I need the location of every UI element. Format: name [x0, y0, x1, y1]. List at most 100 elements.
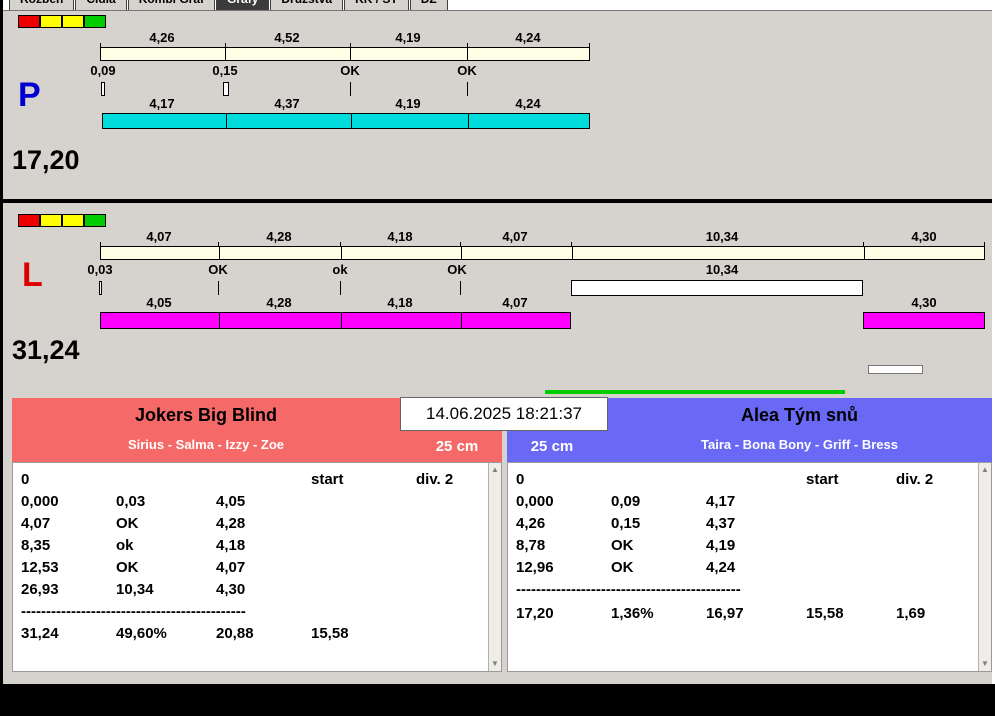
segment-divider	[461, 247, 462, 259]
tab-dz[interactable]: DZ	[409, 0, 448, 10]
changeover-time: 0,09	[90, 63, 116, 78]
table-cell: 12,96	[516, 559, 554, 576]
table-cell: 4,18	[216, 537, 246, 554]
changeover-time: OK	[447, 262, 467, 277]
progress-line	[545, 390, 845, 394]
right-team-name: Alea Tým snů	[740, 405, 859, 425]
aux-box	[868, 365, 923, 374]
status-light-yellow	[62, 214, 84, 227]
dog-time: 4,07	[502, 295, 528, 310]
segment-divider	[572, 247, 573, 259]
total-cell: 16,97	[706, 605, 744, 622]
table-cell: 0,03	[116, 493, 146, 510]
table-cell: 8,35	[21, 537, 51, 554]
dog-time: 4,17	[149, 96, 175, 111]
table-cell: 0,09	[611, 493, 641, 510]
segment-divider	[341, 247, 342, 259]
changeover-mark	[460, 281, 461, 295]
table-cell: 4,17	[706, 493, 736, 510]
dog-time: 4,24	[515, 96, 541, 111]
table-divider: ----------------------------------------…	[21, 603, 246, 620]
changeover-time: OK	[208, 262, 228, 277]
table-cell: 4,19	[706, 537, 736, 554]
sensor-time: 10,34	[705, 229, 739, 244]
table-cell: 4,26	[516, 515, 546, 532]
tab-grafy[interactable]: Grafy	[216, 0, 270, 10]
sensor-time: 4,07	[502, 229, 528, 244]
left-jump-height: 25 cm	[435, 438, 479, 455]
total-cell: 15,58	[806, 605, 844, 622]
table-cell: 0,15	[611, 515, 641, 532]
lane-p-label: P	[18, 76, 41, 114]
segment-divider	[219, 313, 220, 328]
dog-time: 4,30	[911, 295, 937, 310]
right-team-panel: Alea Tým snů Taira - Bona Bony - Griff -…	[507, 398, 992, 672]
window-left-border	[0, 0, 3, 684]
sensor-bar-p	[100, 47, 590, 61]
tab-druzstva[interactable]: Družstva	[270, 0, 344, 10]
changeover-mark	[223, 82, 229, 96]
tab-bar: RozběhČidlaKombi GrafGrafyDružstvaKK / S…	[3, 0, 992, 11]
changeover-mark	[467, 82, 468, 96]
left-table-scrollbar[interactable]: ▲ ▼	[488, 463, 501, 671]
scroll-up-icon[interactable]: ▲	[979, 463, 991, 477]
table-cell: ok	[116, 537, 134, 554]
table-cell: 4,07	[21, 515, 51, 532]
table-cell: 4,30	[216, 581, 246, 598]
sensor-time: 4,18	[387, 229, 413, 244]
changeover-mark	[350, 82, 351, 96]
sensor-time: 4,28	[266, 229, 292, 244]
panel-separator	[3, 199, 992, 203]
app-root: { "tabs": [ {"label": "Rozběh"}, {"label…	[0, 0, 995, 716]
table-header-cell: 0	[516, 471, 525, 488]
table-cell: OK	[611, 559, 634, 576]
status-light-green	[84, 15, 106, 28]
time-bar-l	[100, 312, 571, 329]
segment-divider	[467, 48, 468, 60]
time-bar-l-last	[863, 312, 985, 329]
scroll-up-icon[interactable]: ▲	[489, 463, 501, 477]
lane-l-label: L	[22, 256, 43, 294]
dog-time: 4,28	[266, 295, 292, 310]
segment-divider	[864, 247, 865, 259]
segment-divider	[225, 48, 226, 60]
right-team-table[interactable]: 0 start div. 2 0,000 0,09 4,17 4,26 0,15…	[507, 462, 992, 672]
lane-p-total: 17,20	[12, 145, 80, 175]
changeover-time: ok	[332, 262, 348, 277]
status-light-yellow	[40, 15, 62, 28]
left-team-lineup: Sirius - Salma - Izzy - Zoe	[127, 437, 285, 452]
tab-rozbeh[interactable]: Rozběh	[9, 0, 75, 10]
changeover-mark	[340, 281, 341, 295]
tab-kk-st[interactable]: KK / ST	[344, 0, 409, 10]
table-cell: 4,05	[216, 493, 246, 510]
table-cell: 4,24	[706, 559, 736, 576]
table-cell: 26,93	[21, 581, 59, 598]
table-cell: 10,34	[116, 581, 154, 598]
changeover-time: 0,15	[212, 63, 238, 78]
changeover-time: OK	[340, 63, 360, 78]
tab-kombi-graf[interactable]: Kombi Graf	[127, 0, 216, 10]
segment-divider	[226, 114, 227, 128]
lane-l-total: 31,24	[12, 335, 80, 365]
status-light-green	[84, 214, 106, 227]
tab-cidla[interactable]: Čidla	[75, 0, 127, 10]
right-table-scrollbar[interactable]: ▲ ▼	[978, 463, 991, 671]
dog-time: 4,18	[387, 295, 413, 310]
datetime-display: 14.06.2025 18:21:37	[400, 397, 608, 431]
segment-divider	[341, 313, 342, 328]
table-cell: 0,000	[516, 493, 554, 510]
sensor-time: 4,52	[274, 30, 300, 45]
table-header-cell: start	[311, 471, 344, 488]
scroll-down-icon[interactable]: ▼	[489, 657, 501, 671]
table-header-cell: 0	[21, 471, 30, 488]
status-light-yellow	[62, 15, 84, 28]
total-cell: 20,88	[216, 625, 254, 642]
tab-row: RozběhČidlaKombi GrafGrafyDružstvaKK / S…	[9, 0, 449, 10]
changeover-mark	[101, 82, 105, 96]
rerun-bar	[571, 280, 863, 296]
left-team-table[interactable]: 0 start div. 2 0,000 0,03 4,05 4,07 OK 4…	[12, 462, 502, 672]
table-cell: 4,28	[216, 515, 246, 532]
sensor-time: 4,19	[395, 30, 421, 45]
table-header-cell: div. 2	[416, 471, 454, 488]
scroll-down-icon[interactable]: ▼	[979, 657, 991, 671]
